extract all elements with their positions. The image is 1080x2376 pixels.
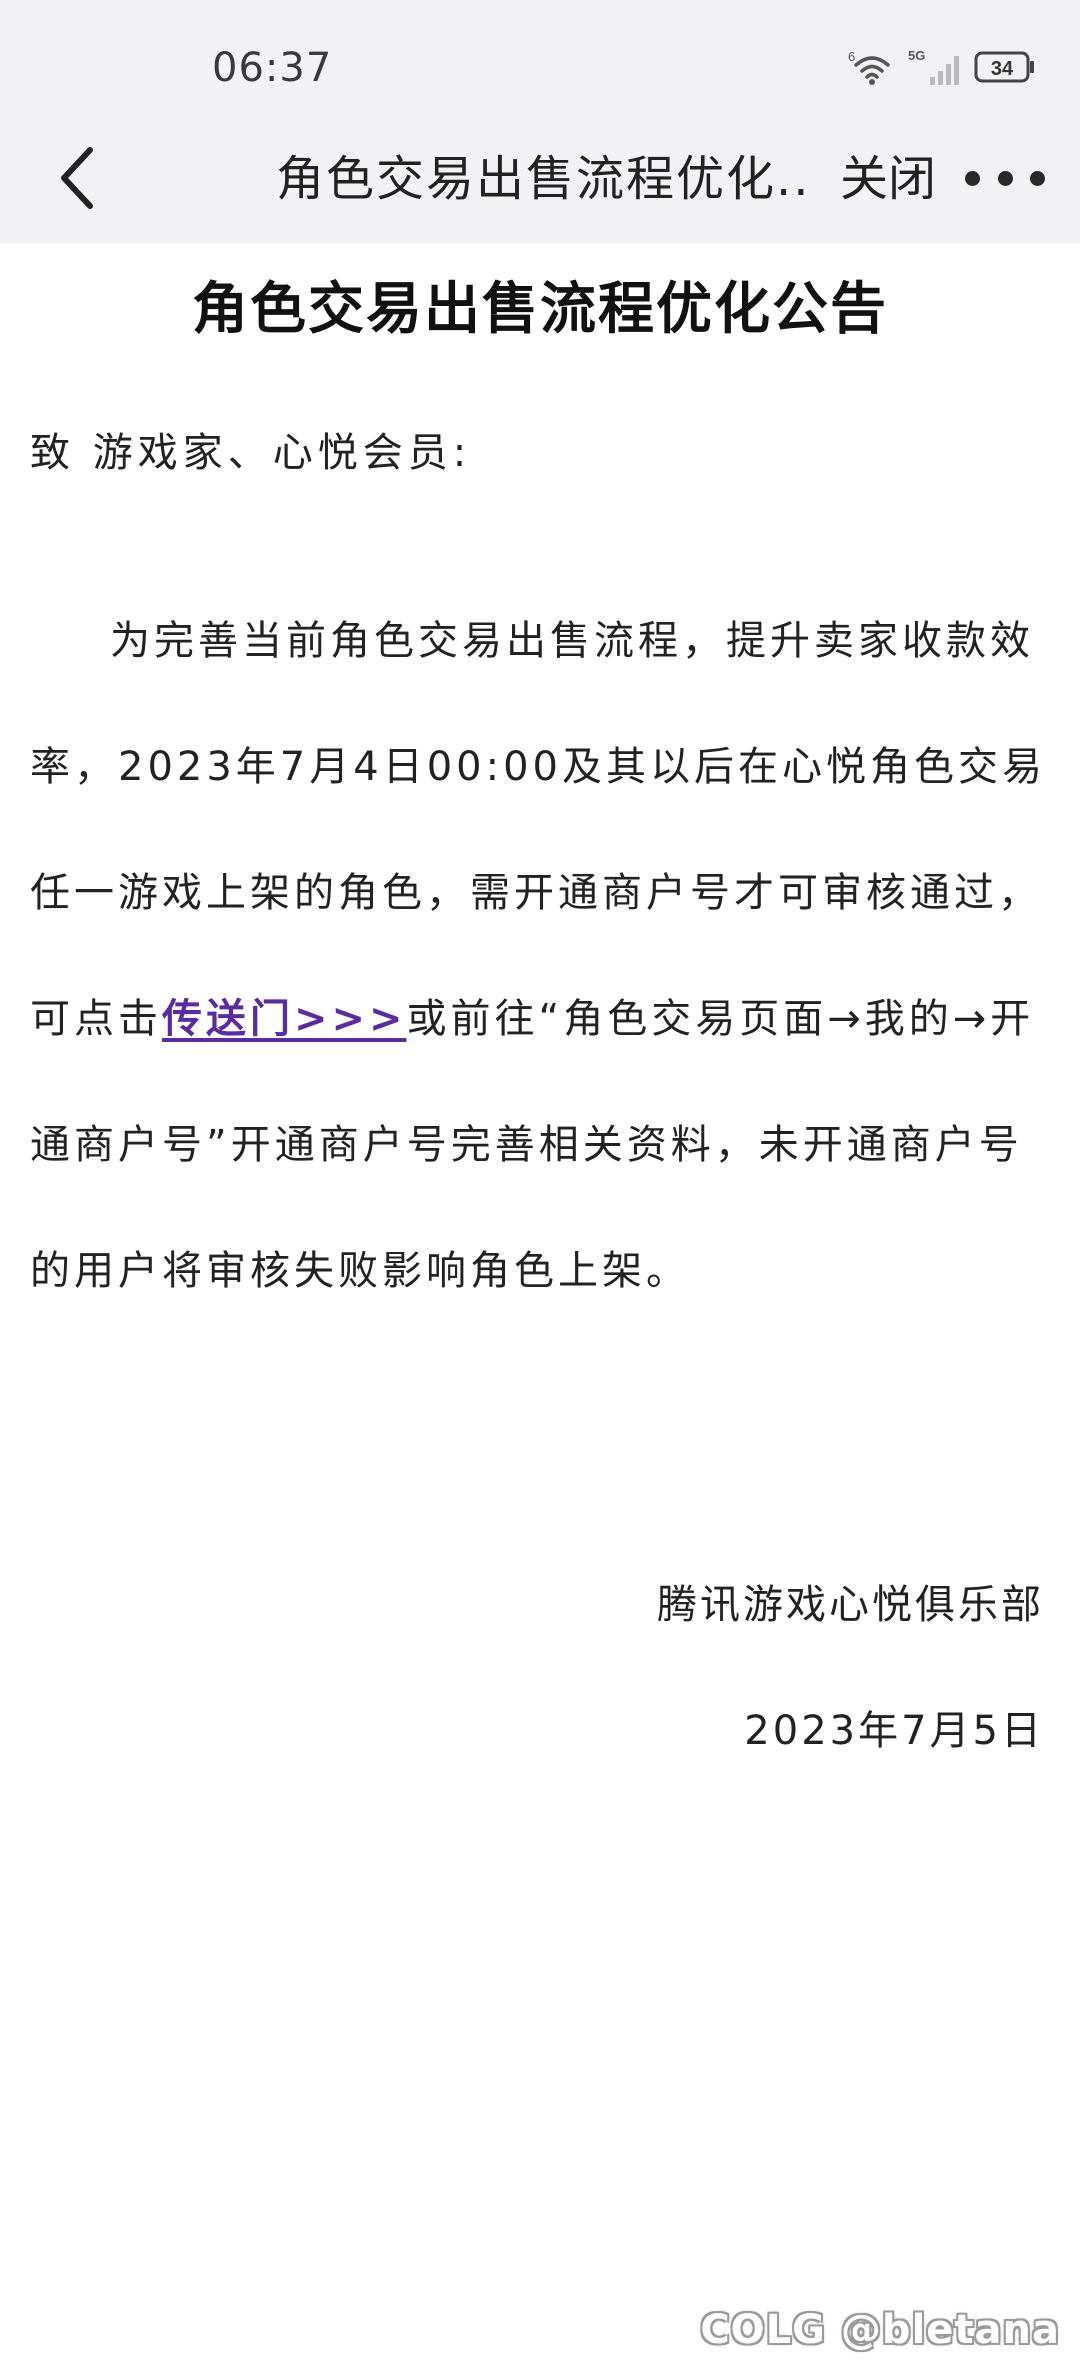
chevron-left-icon [61, 147, 93, 209]
more-options-button[interactable] [965, 163, 1045, 193]
close-button[interactable]: 关闭 [840, 145, 936, 213]
battery-icon: 34 [974, 50, 1036, 84]
svg-text:34: 34 [991, 58, 1014, 80]
back-button[interactable] [50, 140, 110, 216]
signature-organization: 腾讯游戏心悦俱乐部 [657, 1582, 1044, 1628]
status-time: 06:37 [212, 45, 333, 91]
portal-link[interactable]: 传送门>>> [162, 996, 407, 1042]
svg-text:6: 6 [848, 49, 855, 64]
svg-text:5G: 5G [908, 48, 925, 63]
wifi-icon: 6 [848, 47, 896, 87]
body-text-before-link: 为完善当前角色交易出售流程，提升卖家收款效率，2023年7月4日00:00及其以… [30, 618, 1046, 1042]
cellular-signal-icon: 5G [908, 47, 962, 87]
more-dot-icon [997, 170, 1013, 186]
status-icons: 6 5G 34 [848, 45, 1036, 89]
more-dot-icon [965, 170, 980, 186]
page-header-title: 角色交易出售流程优化... [276, 151, 806, 207]
more-dot-icon [1030, 170, 1045, 186]
article-greeting: 致 游戏家、心悦会员: [30, 430, 472, 476]
watermark: COLG @bletana [700, 2307, 1060, 2353]
article-title: 角色交易出售流程优化公告 [192, 277, 888, 342]
top-bar: 06:37 6 5G 34 角色交易出售流程优化... 关闭 [0, 0, 1080, 243]
signature-date: 2023年7月5日 [744, 1708, 1044, 1754]
article-body: 为完善当前角色交易出售流程，提升卖家收款效率，2023年7月4日00:00及其以… [30, 578, 1050, 1334]
